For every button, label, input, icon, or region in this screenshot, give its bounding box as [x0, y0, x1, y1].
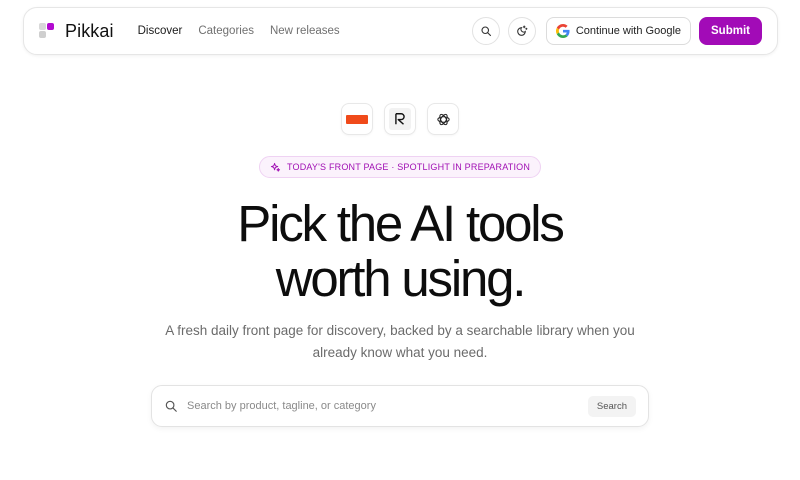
- google-icon: [555, 24, 570, 38]
- hero-headline: Pick the AI tools worth using.: [0, 196, 800, 306]
- hero-subtitle: A fresh daily front page for discovery, …: [165, 323, 635, 360]
- headline-line-1: Pick the AI tools: [237, 195, 565, 252]
- sparkle-icon: [270, 162, 281, 172]
- search-icon: [481, 26, 491, 37]
- nav-actions: Continue with Google Submit: [471, 17, 762, 45]
- primary-nav: Discover Categories New releases: [138, 25, 340, 37]
- brand-logo-icon: [39, 23, 55, 39]
- nav-link-discover[interactable]: Discover: [138, 25, 183, 37]
- partner-tile-1[interactable]: [341, 103, 373, 135]
- badge-wrap: TODAY'S FRONT PAGE · SPOTLIGHT IN PREPAR…: [0, 156, 800, 178]
- nav-link-new-releases[interactable]: New releases: [270, 25, 340, 37]
- hero-search-bar: Search: [151, 385, 649, 427]
- partner-logos: [0, 103, 800, 135]
- r-brand-logo-icon: [389, 108, 411, 130]
- page: Pikkai Discover Categories New releases: [0, 0, 800, 480]
- submit-button[interactable]: Submit: [699, 17, 762, 45]
- brand[interactable]: Pikkai: [39, 21, 114, 42]
- search-button[interactable]: [471, 17, 500, 45]
- search-input[interactable]: [187, 400, 588, 412]
- front-page-badge: TODAY'S FRONT PAGE · SPOTLIGHT IN PREPAR…: [258, 156, 542, 178]
- partner-tile-3[interactable]: [427, 103, 459, 135]
- search-icon: [165, 400, 177, 412]
- openai-logo-icon: [436, 113, 450, 125]
- top-navbar: Pikkai Discover Categories New releases: [23, 7, 778, 55]
- theme-toggle-button[interactable]: [507, 17, 536, 45]
- google-signin-button[interactable]: Continue with Google: [545, 17, 692, 45]
- search-submit-button[interactable]: Search: [587, 395, 636, 417]
- headline-line-2: worth using.: [275, 250, 527, 307]
- nav-link-categories[interactable]: Categories: [198, 25, 254, 37]
- partner-tile-2[interactable]: [384, 103, 416, 135]
- google-signin-label: Continue with Google: [575, 25, 682, 37]
- brand-name: Pikkai: [65, 20, 114, 41]
- theme-toggle-icon: [517, 25, 528, 36]
- orange-brand-logo-icon: [346, 114, 368, 124]
- badge-text: TODAY'S FRONT PAGE · SPOTLIGHT IN PREPAR…: [286, 162, 531, 172]
